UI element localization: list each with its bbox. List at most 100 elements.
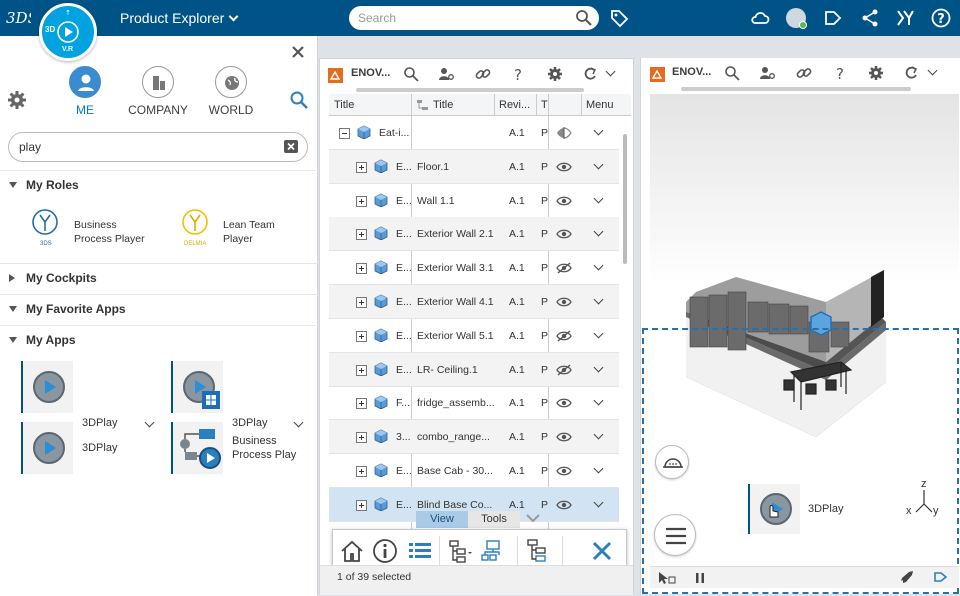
3ds-logo-icon[interactable]: 3DS: [5, 6, 31, 30]
visibility-eye-icon[interactable]: [556, 161, 572, 173]
search-icon[interactable]: [403, 66, 419, 82]
chevron-down-icon[interactable]: [605, 66, 616, 77]
row-menu-chevron-icon[interactable]: [593, 362, 604, 373]
app-tile-3dplay[interactable]: [21, 361, 73, 413]
hidden-eye-icon[interactable]: [556, 364, 572, 376]
tab-company[interactable]: COMPANY: [123, 66, 193, 117]
row-menu-chevron-icon[interactable]: [593, 429, 604, 440]
refresh-icon[interactable]: [582, 66, 598, 82]
table-row[interactable]: 3... combo_range... A.1 P: [329, 420, 619, 455]
table-row[interactable]: F... fridge_assemb... A.1 P: [329, 386, 619, 421]
search-input[interactable]: Search: [349, 6, 599, 30]
row-menu-chevron-icon[interactable]: [593, 193, 604, 204]
3d-viewport[interactable]: 3DPlay z x y: [650, 94, 959, 568]
tab-me[interactable]: ME: [50, 66, 120, 117]
section-my-favorite-apps[interactable]: My Favorite Apps: [0, 294, 318, 324]
table-row[interactable]: E... Exterior Wall 4.1 A.1 P: [329, 285, 619, 319]
role-lean-team-player[interactable]: DELMIA Lean Team Player: [180, 208, 310, 256]
collapse-icon[interactable]: [339, 128, 350, 139]
tab-tools[interactable]: Tools: [468, 511, 520, 528]
search-icon[interactable]: [289, 90, 309, 110]
avatar[interactable]: [786, 8, 807, 29]
search-icon[interactable]: [575, 9, 593, 27]
app-tile-3dplay-windows[interactable]: [171, 361, 223, 413]
expand-icon[interactable]: [356, 398, 367, 410]
expand-icon[interactable]: [356, 364, 367, 376]
share-tag-icon[interactable]: [933, 570, 947, 584]
expand-icon[interactable]: [356, 263, 367, 275]
user-settings-icon[interactable]: [759, 65, 775, 81]
table-row[interactable]: E... Exterior Wall 5.1 A.1 P: [329, 319, 619, 353]
table-row[interactable]: E... LR- Ceiling.1 A.1 P: [329, 352, 619, 387]
row-menu-chevron-icon[interactable]: [593, 260, 604, 271]
visibility-eye-icon[interactable]: [556, 228, 572, 240]
expand-icon[interactable]: [356, 229, 367, 241]
column-header-revision[interactable]: Revi...: [499, 99, 530, 111]
tab-view[interactable]: View: [416, 511, 468, 528]
row-menu-chevron-icon[interactable]: [593, 294, 604, 305]
search-icon[interactable]: [724, 65, 740, 81]
table-row[interactable]: E... Exterior Wall 2.1 A.1 P: [329, 217, 619, 252]
tree-filter-icon[interactable]: [479, 537, 507, 565]
close-icon[interactable]: [588, 537, 616, 565]
visibility-eye-icon[interactable]: [556, 195, 572, 207]
dragged-app-tile-3dplay[interactable]: [748, 484, 800, 534]
section-my-cockpits[interactable]: My Cockpits: [0, 263, 318, 293]
table-row[interactable]: E... Base Cab - 30... A.1 P: [329, 454, 619, 488]
table-row[interactable]: E... Wall 1.1 A.1 P: [329, 184, 619, 218]
collapse-action-bar-icon[interactable]: [525, 512, 541, 524]
share-tag-icon[interactable]: [823, 8, 843, 28]
compass-widget[interactable]: ↑ 3D V.R: [39, 3, 97, 61]
app-title-dropdown[interactable]: Product Explorer: [120, 10, 239, 26]
select-cursor-icon[interactable]: [658, 571, 676, 585]
expand-icon[interactable]: [356, 432, 367, 444]
tree-expand-icon[interactable]: [445, 537, 473, 565]
app-tile-3dplay-2[interactable]: [21, 422, 73, 474]
info-icon[interactable]: [371, 537, 399, 565]
clear-filter-icon[interactable]: [284, 140, 298, 153]
link-icon[interactable]: [796, 65, 812, 81]
visibility-eye-icon[interactable]: [556, 499, 572, 511]
row-menu-chevron-icon[interactable]: [593, 328, 604, 339]
settings-gear-icon[interactable]: [868, 65, 884, 81]
column-header-menu[interactable]: Menu: [586, 99, 614, 111]
list-view-icon[interactable]: [406, 537, 434, 565]
help-icon[interactable]: ?: [510, 66, 526, 82]
role-business-process-player[interactable]: 3DS Business Process Player: [30, 208, 160, 256]
visibility-eye-icon[interactable]: [556, 465, 572, 477]
hidden-eye-icon[interactable]: [556, 330, 572, 342]
view-options-button[interactable]: [655, 445, 689, 479]
column-header-title-2[interactable]: Title: [433, 99, 453, 111]
expand-icon[interactable]: [356, 499, 367, 511]
chevron-down-icon[interactable]: [144, 417, 155, 428]
tag-icon[interactable]: [609, 8, 629, 28]
pause-icon[interactable]: [695, 572, 705, 584]
row-menu-chevron-icon[interactable]: [593, 463, 604, 474]
partial-visibility-icon[interactable]: [556, 127, 572, 139]
row-menu-chevron-icon[interactable]: [593, 226, 604, 237]
rocket-icon[interactable]: [900, 570, 916, 586]
help-icon[interactable]: ?: [931, 8, 951, 28]
structure-explore-icon[interactable]: [525, 537, 553, 565]
vertical-scrollbar[interactable]: [623, 134, 627, 264]
table-row[interactable]: E... Floor.1 A.1 P: [329, 149, 619, 184]
menu-button[interactable]: [654, 514, 696, 556]
close-icon[interactable]: [290, 44, 306, 60]
chevron-down-icon[interactable]: [927, 65, 938, 76]
hidden-eye-icon[interactable]: [556, 262, 572, 274]
app-filter-input[interactable]: play: [8, 132, 308, 162]
link-icon[interactable]: [475, 66, 491, 82]
row-menu-chevron-icon[interactable]: [593, 395, 604, 406]
horizontal-scrollbar[interactable]: [681, 87, 911, 91]
help-icon[interactable]: ?: [832, 65, 848, 81]
tab-world[interactable]: WORLD: [196, 66, 266, 117]
section-my-apps[interactable]: My Apps: [0, 325, 318, 355]
settings-gear-icon[interactable]: [7, 90, 27, 110]
cloud-icon[interactable]: [750, 8, 770, 28]
table-row[interactable]: Eat-i... A.1 P: [329, 116, 619, 150]
apps-ifwe-icon[interactable]: [895, 8, 915, 28]
expand-icon[interactable]: [356, 466, 367, 477]
column-header-title[interactable]: Title: [334, 99, 354, 111]
row-menu-chevron-icon[interactable]: [593, 125, 604, 136]
row-menu-chevron-icon[interactable]: [593, 497, 604, 508]
